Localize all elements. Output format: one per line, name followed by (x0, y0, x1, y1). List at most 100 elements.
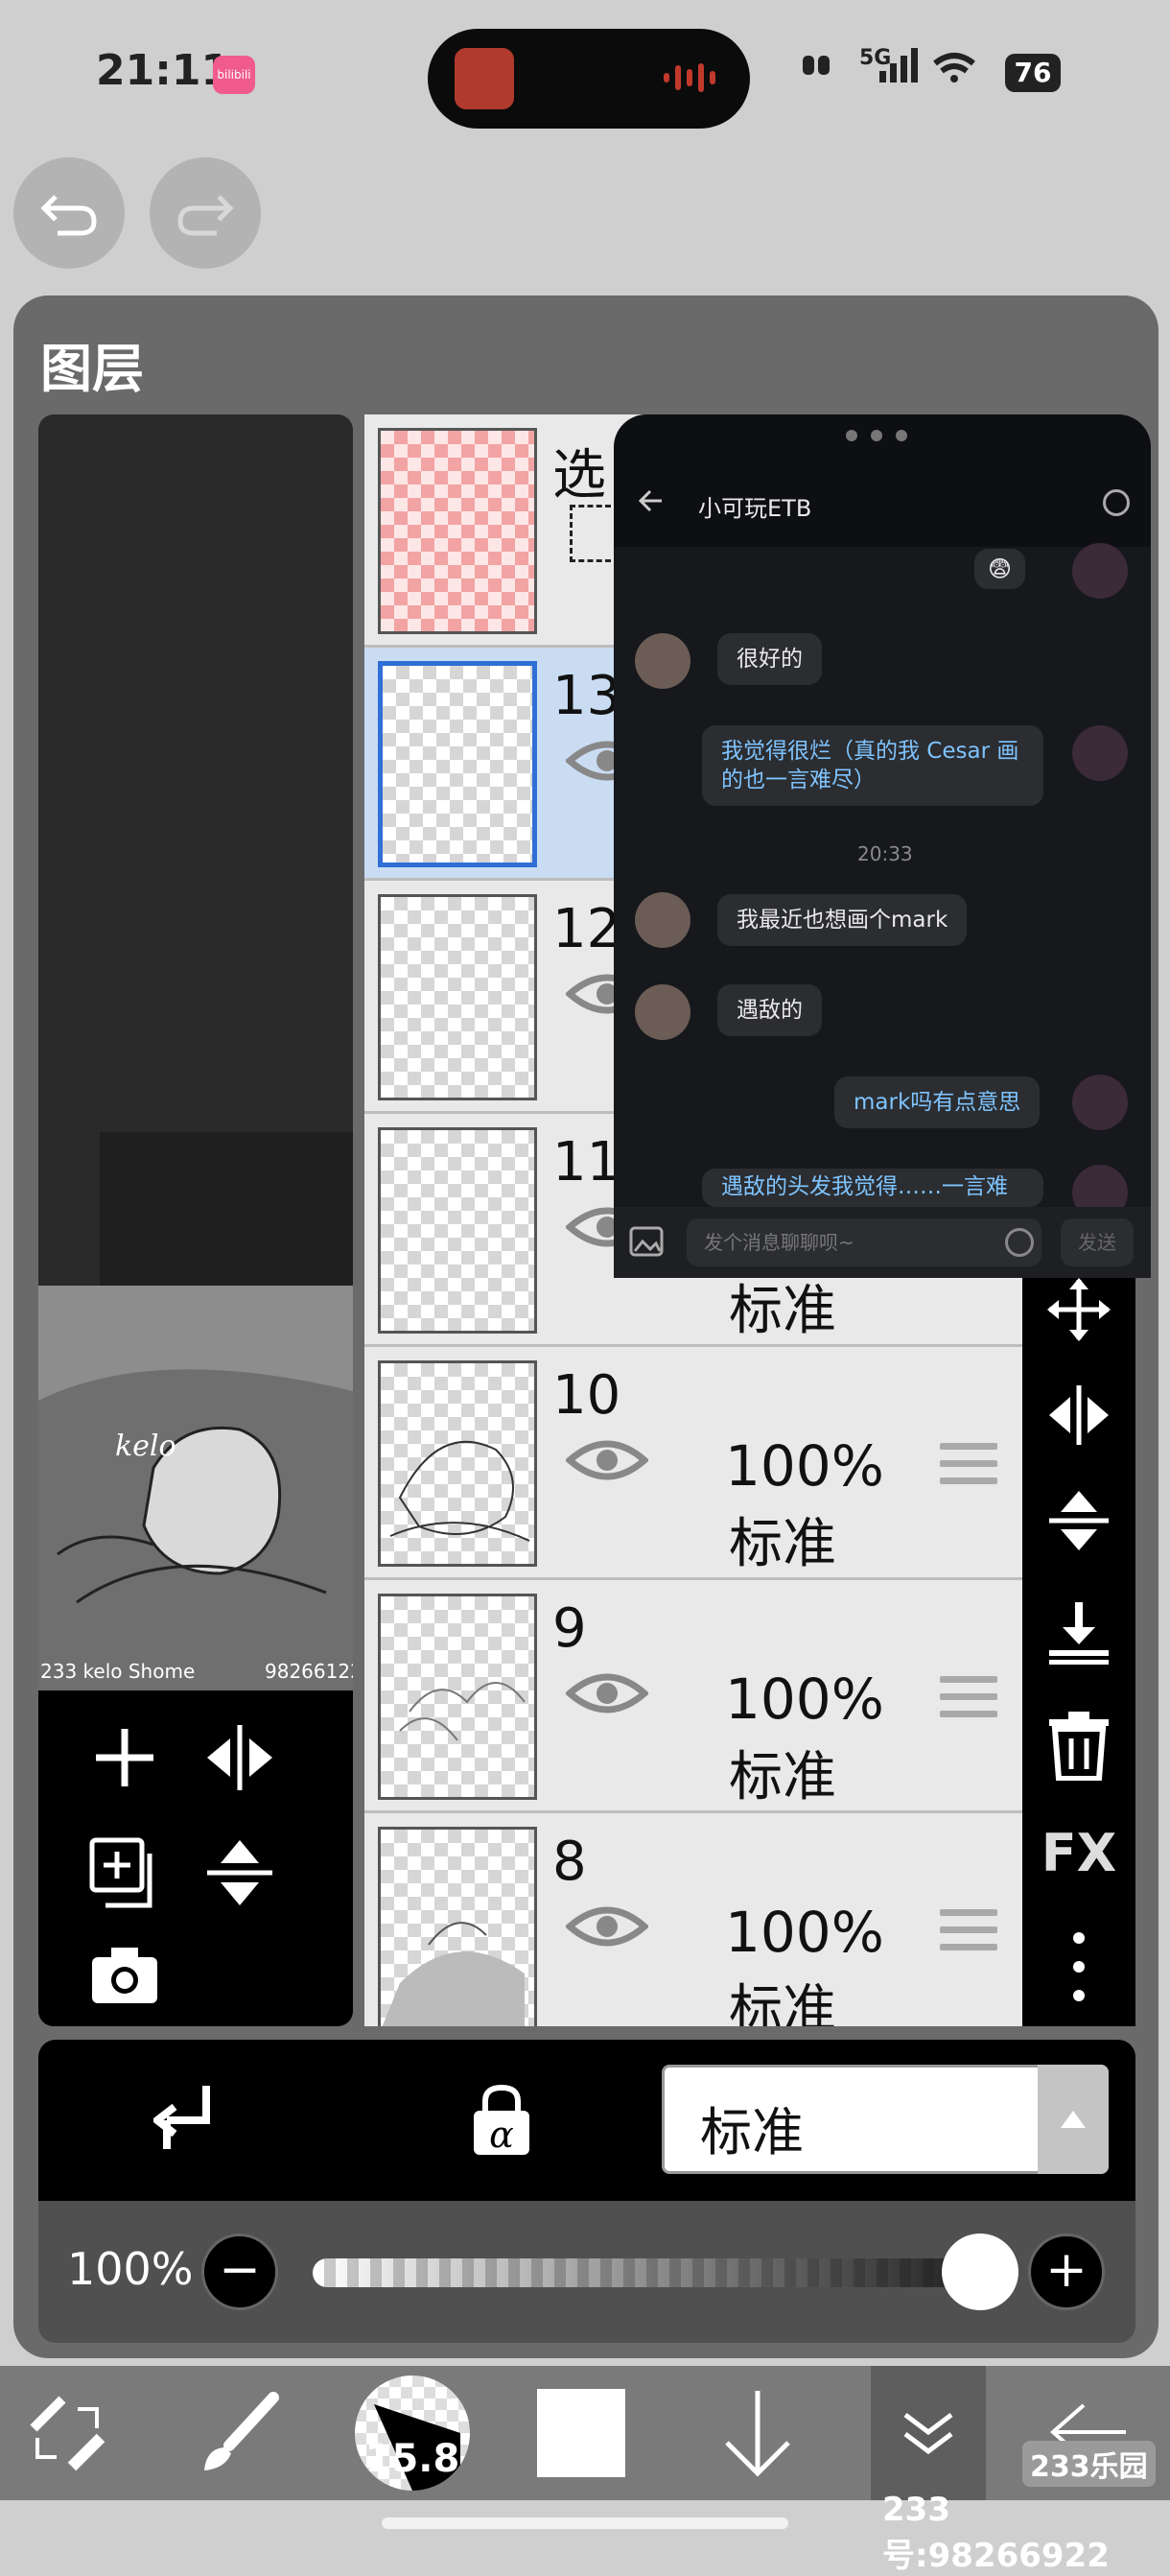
chat-message-me: 我觉得很烂（真的我 Cesar 画的也一言难尽） (702, 725, 1043, 806)
layer-number: 13 (552, 665, 621, 727)
delete-layer-button[interactable] (1022, 1710, 1135, 1784)
chat-back-icon[interactable] (637, 485, 664, 522)
layer-sketch (382, 1922, 525, 2026)
color-picker-button[interactable] (533, 2366, 629, 2500)
brush-icon (204, 2392, 279, 2470)
media-thumbnail (455, 48, 514, 109)
flip-horizontal-icon (207, 1725, 272, 1790)
merge-down-button[interactable] (1022, 1598, 1135, 1669)
trash-icon (1049, 1712, 1109, 1782)
opacity-decrease-button[interactable]: − (201, 2233, 278, 2310)
blend-mode-label: 标准 (729, 1979, 836, 2026)
window-handle-dots[interactable] (846, 430, 923, 443)
visibility-eye-icon[interactable] (566, 1900, 648, 1953)
emoji-picker-icon[interactable] (1005, 1228, 1034, 1257)
sketch-text: kelo (115, 1430, 176, 1463)
image-picker-icon[interactable] (629, 1226, 664, 1261)
layer-row-10[interactable]: 10 100% 标准 (364, 1347, 1022, 1580)
flip-horizontal-layer-button[interactable] (1022, 1382, 1135, 1453)
avatar[interactable] (1072, 1075, 1128, 1130)
panel-title: 图层 (40, 339, 144, 399)
caret-up-icon (1061, 2111, 1086, 2128)
arrow-left-icon (638, 489, 662, 512)
svg-text:α: α (489, 2114, 514, 2156)
signal-wifi-icons (801, 46, 993, 93)
fx-button[interactable]: FX (1022, 1823, 1135, 1883)
avatar[interactable] (635, 633, 690, 689)
move-layer-button[interactable] (1022, 1276, 1135, 1347)
collapse-button[interactable] (871, 2366, 986, 2500)
network-type: 5G (859, 46, 892, 70)
opacity-value: 100% (67, 2243, 194, 2295)
layer-sketch (399, 1682, 526, 1741)
battery-indicator: 76 (1005, 54, 1061, 92)
clipping-arrow-icon (151, 2086, 210, 2149)
chat-message-me: mark吗有点意思 (834, 1076, 1041, 1128)
preview-dark-area (100, 1132, 353, 1286)
artist-id: 98266122 (265, 1660, 353, 1683)
home-indicator[interactable] (382, 2517, 788, 2529)
layer-opacity: 100% (725, 1666, 884, 1732)
duplicate-icon (89, 1837, 152, 1908)
opacity-slider[interactable] (313, 2258, 1013, 2287)
chat-timestamp: 20:33 (857, 842, 913, 865)
clipping-button[interactable] (151, 2080, 221, 2161)
brush-size-value: 15.8 (364, 2437, 460, 2481)
camera-button[interactable] (77, 1942, 173, 2025)
layer-row-9[interactable]: 9 100% 标准 (364, 1580, 1022, 1813)
opacity-increase-button[interactable]: + (1028, 2233, 1105, 2310)
more-vertical-icon (1073, 1932, 1085, 2001)
layer-tools-column: FX (1022, 1247, 1135, 2026)
layer-action-panel (38, 1690, 353, 2026)
drag-handle-icon[interactable] (940, 1676, 997, 1724)
redo-icon (177, 195, 234, 236)
blend-mode-label: 标准 (729, 1746, 836, 1808)
plus-icon (96, 1729, 153, 1786)
flip-horizontal-button[interactable] (192, 1719, 288, 1812)
chat-title: 小可玩ETB (698, 495, 812, 522)
more-options-button[interactable] (1022, 1928, 1135, 2009)
move-icon (1047, 1278, 1111, 1341)
drag-handle-icon[interactable] (940, 1443, 997, 1491)
chat-message: 很好的 (717, 633, 822, 685)
layer-thumbnail (378, 1594, 537, 1800)
visibility-eye-icon[interactable] (566, 1433, 648, 1487)
avatar[interactable] (1072, 543, 1128, 599)
bilibili-app-badge: bilibili (213, 56, 255, 94)
watermark-text: 233号:98266922 (882, 2491, 1110, 2575)
undo-button[interactable] (13, 157, 125, 269)
flip-vertical-icon (1049, 1491, 1109, 1550)
send-button[interactable]: 发送 (1061, 1218, 1134, 1266)
avatar[interactable] (1072, 725, 1128, 781)
visibility-eye-icon[interactable] (566, 1666, 648, 1720)
layer-thumbnail (378, 428, 537, 634)
duplicate-layer-button[interactable] (77, 1834, 173, 1927)
layer-number: 10 (552, 1364, 621, 1427)
layer-sketch (389, 1440, 530, 1542)
brush-size-button[interactable]: 15.8 (353, 2366, 472, 2500)
chat-message: 遇敌的 (717, 984, 822, 1036)
layer-thumbnail (378, 1360, 537, 1567)
flip-vertical-button[interactable] (192, 1834, 288, 1927)
layer-thumbnail (378, 1127, 537, 1334)
avatar[interactable] (635, 892, 690, 948)
undo-icon (40, 195, 97, 236)
chat-settings-icon[interactable] (1103, 489, 1130, 516)
layer-row-8[interactable]: 8 100% 标准 (364, 1813, 1022, 2026)
blend-mode-dropdown-button[interactable] (1038, 2065, 1109, 2174)
blend-mode-label: 标准 (729, 1513, 836, 1575)
layer-number: 9 (552, 1597, 587, 1660)
alpha-lock-button[interactable]: α (470, 2084, 533, 2161)
brush-size-preview: 15.8 (355, 2375, 470, 2491)
brush-tool-button[interactable] (182, 2366, 297, 2500)
redo-button[interactable] (150, 157, 261, 269)
add-layer-button[interactable] (77, 1719, 173, 1812)
alpha-lock-icon: α (474, 2084, 529, 2156)
layer-down-button[interactable] (700, 2366, 815, 2500)
transform-tool-button[interactable] (10, 2366, 125, 2500)
flip-vertical-layer-button[interactable] (1022, 1487, 1135, 1558)
opacity-slider-knob[interactable] (942, 2233, 1018, 2310)
avatar[interactable] (635, 984, 690, 1040)
chat-message-input[interactable]: 发个消息聊聊呗~ (687, 1218, 1041, 1266)
drag-handle-icon[interactable] (940, 1909, 997, 1957)
